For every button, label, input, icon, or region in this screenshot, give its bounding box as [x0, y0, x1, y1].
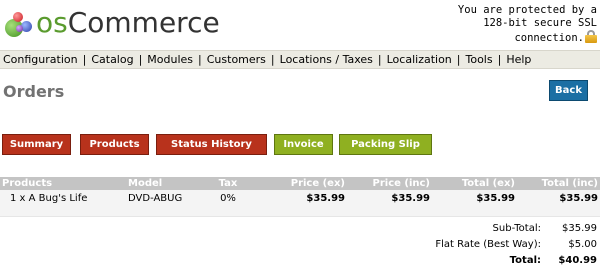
tab-products[interactable]: Products [80, 134, 149, 155]
shipping-value: $5.00 [568, 239, 597, 250]
tab-invoice[interactable]: Invoice [274, 134, 333, 155]
table-header-row: Products Model Tax Price (ex) Price (inc… [0, 177, 600, 190]
back-button[interactable]: Back [549, 80, 588, 101]
menu-item-catalog[interactable]: Catalog [91, 53, 133, 66]
menu-item-tools[interactable]: Tools [466, 53, 493, 66]
cell-price-inc: $35.99 [347, 190, 432, 217]
total-label: Total: [509, 255, 541, 266]
tab-status-history[interactable]: Status History [156, 134, 267, 155]
cell-total-inc: $35.99 [517, 190, 600, 217]
menu-separator: | [198, 53, 202, 66]
ssl-notice: You are protected by a 128-bit secure SS… [447, 4, 597, 45]
cell-tax: 0% [212, 190, 244, 217]
cell-product: 1 x A Bug's Life [0, 190, 126, 217]
menu-separator: | [456, 53, 461, 66]
menu-item-localization[interactable]: Localization [387, 53, 452, 66]
menu-separator: | [82, 53, 87, 66]
table-row: 1 x A Bug's Life DVD-ABUG 0% $35.99 $35.… [0, 190, 600, 217]
menu-separator: | [270, 53, 275, 66]
menu-item-configuration[interactable]: Configuration [3, 53, 78, 66]
ssl-line-2: 128-bit secure SSL [483, 17, 597, 29]
cell-model: DVD-ABUG [126, 190, 212, 217]
menu-separator: | [138, 53, 143, 66]
menu-item-customers[interactable]: Customers [207, 53, 266, 66]
oscommerce-logo[interactable]: osCommerce [4, 6, 220, 40]
order-tabs: Summary Products Status History Invoice … [0, 134, 600, 156]
header: osCommerce You are protected by a 128-bi… [0, 0, 600, 50]
menu-item-locations-taxes[interactable]: Locations / Taxes [280, 53, 373, 66]
col-header-price-inc: Price (inc) [347, 177, 432, 190]
menu-separator: | [377, 53, 382, 66]
order-totals: Sub-Total: $35.99 Flat Rate (Best Way): … [435, 221, 597, 268]
col-header-tax: Tax [212, 177, 244, 190]
logo-text: osCommerce [36, 6, 220, 39]
lock-icon [585, 30, 597, 43]
ssl-line-1: You are protected by a [457, 4, 597, 16]
subtotal-value: $35.99 [562, 223, 597, 234]
order-products-table: Products Model Tax Price (ex) Price (inc… [0, 177, 600, 217]
col-header-products: Products [0, 177, 126, 190]
cell-price-ex: $35.99 [244, 190, 347, 217]
total-value: $40.99 [558, 255, 597, 266]
col-header-total-ex: Total (ex) [432, 177, 517, 190]
tab-packing-slip[interactable]: Packing Slip [339, 134, 432, 155]
page-title: Orders [3, 82, 65, 101]
logo-balls-icon [4, 8, 34, 38]
tab-summary[interactable]: Summary [2, 134, 71, 155]
cell-total-ex: $35.99 [432, 190, 517, 217]
main-menu: Configuration | Catalog | Modules | Customers |… [0, 50, 600, 69]
shipping-row: Flat Rate (Best Way): $5.00 [435, 237, 597, 253]
menu-item-help[interactable]: Help [506, 53, 531, 66]
col-header-total-inc: Total (inc) [517, 177, 600, 190]
col-header-price-ex: Price (ex) [244, 177, 347, 190]
shipping-label: Flat Rate (Best Way): [435, 239, 541, 250]
col-header-model: Model [126, 177, 212, 190]
menu-separator: | [497, 53, 502, 66]
total-row: Total: $40.99 [435, 253, 597, 268]
menu-item-modules[interactable]: Modules [147, 53, 193, 66]
ssl-line-3: connection. [514, 32, 584, 44]
subtotal-label: Sub-Total: [492, 223, 541, 234]
subtotal-row: Sub-Total: $35.99 [435, 221, 597, 237]
